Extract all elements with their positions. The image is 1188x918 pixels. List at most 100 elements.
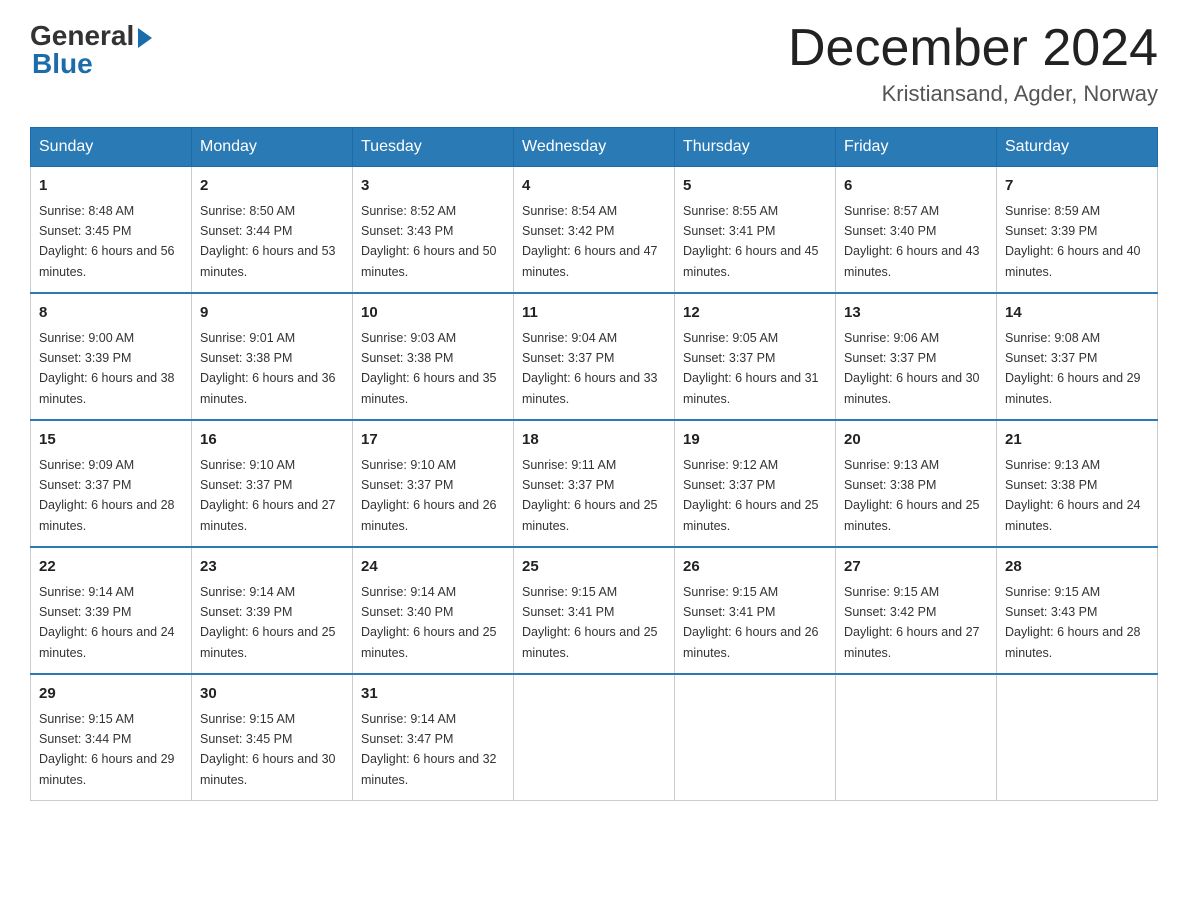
- table-row: 17 Sunrise: 9:10 AMSunset: 3:37 PMDaylig…: [353, 420, 514, 547]
- table-row: 1 Sunrise: 8:48 AMSunset: 3:45 PMDayligh…: [31, 167, 192, 294]
- day-info: Sunrise: 9:11 AMSunset: 3:37 PMDaylight:…: [522, 458, 658, 533]
- day-info: Sunrise: 8:48 AMSunset: 3:45 PMDaylight:…: [39, 204, 175, 279]
- header-thursday: Thursday: [675, 128, 836, 167]
- table-row: 23 Sunrise: 9:14 AMSunset: 3:39 PMDaylig…: [192, 547, 353, 674]
- day-number: 26: [683, 556, 827, 579]
- header-monday: Monday: [192, 128, 353, 167]
- day-info: Sunrise: 9:15 AMSunset: 3:41 PMDaylight:…: [683, 585, 819, 660]
- table-row: 31 Sunrise: 9:14 AMSunset: 3:47 PMDaylig…: [353, 674, 514, 801]
- day-number: 3: [361, 175, 505, 198]
- header-tuesday: Tuesday: [353, 128, 514, 167]
- day-number: 17: [361, 429, 505, 452]
- day-info: Sunrise: 8:57 AMSunset: 3:40 PMDaylight:…: [844, 204, 980, 279]
- day-info: Sunrise: 9:08 AMSunset: 3:37 PMDaylight:…: [1005, 331, 1141, 406]
- table-row: 16 Sunrise: 9:10 AMSunset: 3:37 PMDaylig…: [192, 420, 353, 547]
- table-row: 30 Sunrise: 9:15 AMSunset: 3:45 PMDaylig…: [192, 674, 353, 801]
- day-info: Sunrise: 9:10 AMSunset: 3:37 PMDaylight:…: [361, 458, 497, 533]
- table-row: 11 Sunrise: 9:04 AMSunset: 3:37 PMDaylig…: [514, 293, 675, 420]
- day-number: 29: [39, 683, 183, 706]
- header-wednesday: Wednesday: [514, 128, 675, 167]
- day-number: 7: [1005, 175, 1149, 198]
- day-info: Sunrise: 9:10 AMSunset: 3:37 PMDaylight:…: [200, 458, 336, 533]
- logo: General Blue: [30, 20, 152, 80]
- calendar-week-row: 22 Sunrise: 9:14 AMSunset: 3:39 PMDaylig…: [31, 547, 1158, 674]
- month-title: December 2024: [788, 20, 1158, 77]
- location-text: Kristiansand, Agder, Norway: [788, 81, 1158, 107]
- day-number: 2: [200, 175, 344, 198]
- day-info: Sunrise: 9:01 AMSunset: 3:38 PMDaylight:…: [200, 331, 336, 406]
- logo-blue-text: Blue: [32, 48, 93, 80]
- day-number: 23: [200, 556, 344, 579]
- day-number: 11: [522, 302, 666, 325]
- day-number: 27: [844, 556, 988, 579]
- day-info: Sunrise: 9:13 AMSunset: 3:38 PMDaylight:…: [1005, 458, 1141, 533]
- day-info: Sunrise: 9:15 AMSunset: 3:42 PMDaylight:…: [844, 585, 980, 660]
- day-number: 20: [844, 429, 988, 452]
- day-number: 21: [1005, 429, 1149, 452]
- day-info: Sunrise: 9:14 AMSunset: 3:47 PMDaylight:…: [361, 712, 497, 787]
- day-number: 4: [522, 175, 666, 198]
- day-number: 14: [1005, 302, 1149, 325]
- day-info: Sunrise: 9:15 AMSunset: 3:41 PMDaylight:…: [522, 585, 658, 660]
- day-info: Sunrise: 9:00 AMSunset: 3:39 PMDaylight:…: [39, 331, 175, 406]
- day-info: Sunrise: 9:15 AMSunset: 3:43 PMDaylight:…: [1005, 585, 1141, 660]
- day-number: 5: [683, 175, 827, 198]
- day-number: 9: [200, 302, 344, 325]
- page-header: General Blue December 2024 Kristiansand,…: [30, 20, 1158, 107]
- calendar-week-row: 1 Sunrise: 8:48 AMSunset: 3:45 PMDayligh…: [31, 167, 1158, 294]
- day-info: Sunrise: 9:05 AMSunset: 3:37 PMDaylight:…: [683, 331, 819, 406]
- table-row: 15 Sunrise: 9:09 AMSunset: 3:37 PMDaylig…: [31, 420, 192, 547]
- day-number: 1: [39, 175, 183, 198]
- day-number: 13: [844, 302, 988, 325]
- day-info: Sunrise: 9:09 AMSunset: 3:37 PMDaylight:…: [39, 458, 175, 533]
- table-row: 29 Sunrise: 9:15 AMSunset: 3:44 PMDaylig…: [31, 674, 192, 801]
- table-row: 21 Sunrise: 9:13 AMSunset: 3:38 PMDaylig…: [997, 420, 1158, 547]
- day-info: Sunrise: 9:15 AMSunset: 3:45 PMDaylight:…: [200, 712, 336, 787]
- day-number: 30: [200, 683, 344, 706]
- header-saturday: Saturday: [997, 128, 1158, 167]
- logo-arrow-icon: [138, 28, 152, 48]
- table-row: [514, 674, 675, 801]
- day-info: Sunrise: 8:52 AMSunset: 3:43 PMDaylight:…: [361, 204, 497, 279]
- day-info: Sunrise: 8:50 AMSunset: 3:44 PMDaylight:…: [200, 204, 336, 279]
- day-number: 6: [844, 175, 988, 198]
- day-number: 22: [39, 556, 183, 579]
- day-number: 25: [522, 556, 666, 579]
- day-number: 28: [1005, 556, 1149, 579]
- table-row: 5 Sunrise: 8:55 AMSunset: 3:41 PMDayligh…: [675, 167, 836, 294]
- day-info: Sunrise: 9:15 AMSunset: 3:44 PMDaylight:…: [39, 712, 175, 787]
- day-number: 12: [683, 302, 827, 325]
- day-number: 8: [39, 302, 183, 325]
- table-row: 24 Sunrise: 9:14 AMSunset: 3:40 PMDaylig…: [353, 547, 514, 674]
- day-number: 15: [39, 429, 183, 452]
- calendar-week-row: 15 Sunrise: 9:09 AMSunset: 3:37 PMDaylig…: [31, 420, 1158, 547]
- day-number: 24: [361, 556, 505, 579]
- table-row: 7 Sunrise: 8:59 AMSunset: 3:39 PMDayligh…: [997, 167, 1158, 294]
- day-info: Sunrise: 8:55 AMSunset: 3:41 PMDaylight:…: [683, 204, 819, 279]
- day-number: 16: [200, 429, 344, 452]
- table-row: 25 Sunrise: 9:15 AMSunset: 3:41 PMDaylig…: [514, 547, 675, 674]
- day-info: Sunrise: 9:14 AMSunset: 3:39 PMDaylight:…: [39, 585, 175, 660]
- table-row: 14 Sunrise: 9:08 AMSunset: 3:37 PMDaylig…: [997, 293, 1158, 420]
- day-number: 10: [361, 302, 505, 325]
- calendar-table: Sunday Monday Tuesday Wednesday Thursday…: [30, 127, 1158, 801]
- table-row: 13 Sunrise: 9:06 AMSunset: 3:37 PMDaylig…: [836, 293, 997, 420]
- header-sunday: Sunday: [31, 128, 192, 167]
- table-row: 28 Sunrise: 9:15 AMSunset: 3:43 PMDaylig…: [997, 547, 1158, 674]
- table-row: 4 Sunrise: 8:54 AMSunset: 3:42 PMDayligh…: [514, 167, 675, 294]
- day-info: Sunrise: 8:54 AMSunset: 3:42 PMDaylight:…: [522, 204, 658, 279]
- title-section: December 2024 Kristiansand, Agder, Norwa…: [788, 20, 1158, 107]
- day-info: Sunrise: 9:03 AMSunset: 3:38 PMDaylight:…: [361, 331, 497, 406]
- day-info: Sunrise: 8:59 AMSunset: 3:39 PMDaylight:…: [1005, 204, 1141, 279]
- table-row: [836, 674, 997, 801]
- day-info: Sunrise: 9:14 AMSunset: 3:40 PMDaylight:…: [361, 585, 497, 660]
- table-row: 22 Sunrise: 9:14 AMSunset: 3:39 PMDaylig…: [31, 547, 192, 674]
- day-number: 19: [683, 429, 827, 452]
- table-row: 18 Sunrise: 9:11 AMSunset: 3:37 PMDaylig…: [514, 420, 675, 547]
- day-info: Sunrise: 9:13 AMSunset: 3:38 PMDaylight:…: [844, 458, 980, 533]
- calendar-week-row: 29 Sunrise: 9:15 AMSunset: 3:44 PMDaylig…: [31, 674, 1158, 801]
- header-friday: Friday: [836, 128, 997, 167]
- table-row: [997, 674, 1158, 801]
- day-info: Sunrise: 9:14 AMSunset: 3:39 PMDaylight:…: [200, 585, 336, 660]
- table-row: 26 Sunrise: 9:15 AMSunset: 3:41 PMDaylig…: [675, 547, 836, 674]
